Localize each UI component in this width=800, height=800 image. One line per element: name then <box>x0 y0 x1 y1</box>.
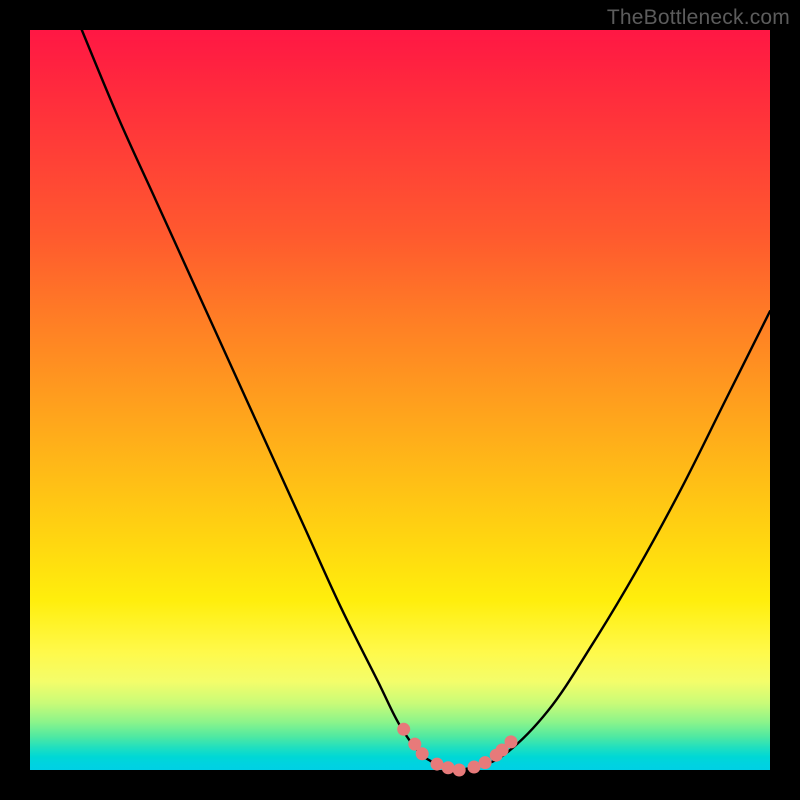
marker-point <box>468 761 481 774</box>
marker-point <box>479 756 492 769</box>
marker-point <box>397 723 410 736</box>
curve-path-group <box>82 30 770 770</box>
attribution-text: TheBottleneck.com <box>607 6 790 30</box>
marker-point <box>505 735 518 748</box>
plot-area <box>30 30 770 770</box>
marker-point <box>416 747 429 760</box>
bottleneck-chart <box>30 30 770 770</box>
marker-point <box>431 758 444 771</box>
marker-point <box>442 761 455 774</box>
outer-frame: TheBottleneck.com <box>0 0 800 800</box>
markers-group <box>397 723 517 777</box>
bottleneck-curve <box>82 30 770 770</box>
marker-point <box>453 764 466 777</box>
